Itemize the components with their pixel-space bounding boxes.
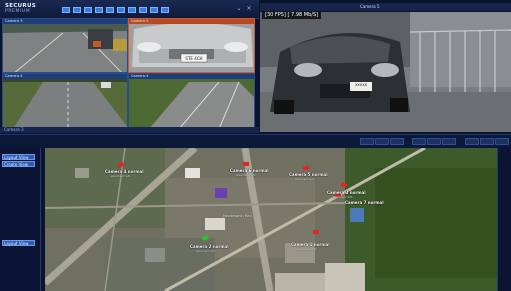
- camera-5-status: Alarmed: 0/0: [295, 177, 315, 181]
- big-video-title: Camera 5: [360, 4, 380, 9]
- big-video-title-bar: Camera 5: [260, 3, 511, 11]
- video-tile-camera-4[interactable]: Camera 4: [2, 73, 128, 128]
- map-tool-button-4[interactable]: [412, 138, 426, 145]
- left-panel: Layout View Create View Layout View: [0, 148, 41, 291]
- layout-view-button[interactable]: Layout View: [2, 154, 35, 160]
- camera-1-status: Alarmed: 0/0: [297, 247, 317, 251]
- layout-3x3-button[interactable]: [84, 7, 92, 13]
- map-tool-button-8[interactable]: [480, 138, 494, 145]
- layout-1x1-button[interactable]: [62, 7, 70, 13]
- map-tool-button-7[interactable]: [465, 138, 479, 145]
- map-place-label: Mondawmin Mall: [223, 214, 252, 218]
- camera-2-status: Alarmed: 0/0: [196, 249, 216, 253]
- map-tool-button-5[interactable]: [427, 138, 441, 145]
- layout-1-9-button[interactable]: [128, 7, 136, 13]
- grid-footer: Camera 3: [0, 127, 259, 133]
- layout-1-7-button[interactable]: [117, 7, 125, 13]
- tile-label: Camera 4: [129, 74, 254, 79]
- camera-4-status: Alarmed: 0/0: [111, 174, 131, 178]
- big-license-plate-text: XXXXX: [355, 83, 367, 87]
- grid-footer-label: Camera 3: [4, 127, 24, 132]
- fps-indicator: [30 FPS] [ 7.98 Mb/S]: [262, 12, 322, 19]
- map-tool-button-9[interactable]: [495, 138, 509, 145]
- video-tile-camera-4b[interactable]: Camera 4: [128, 73, 255, 128]
- layout-view-button-2[interactable]: Layout View: [2, 240, 35, 246]
- map-tool-button-3[interactable]: [390, 138, 404, 145]
- video-feed-car-front: [129, 19, 254, 72]
- tile-label: Camera 4: [3, 74, 127, 79]
- video-feed-highway: [129, 74, 254, 127]
- video-feed-road: [3, 19, 127, 72]
- layout-1-12-button[interactable]: [139, 7, 147, 13]
- video-tile-camera-5[interactable]: STE 4CH Camera 5: [128, 18, 255, 73]
- app-logo-subtitle: PREMIUM: [5, 9, 31, 14]
- camera-3-status: Alarmed: 0/0: [333, 195, 353, 199]
- camera-7-label: Camera 7 normal: [345, 200, 384, 205]
- tile-label: Camera 5: [129, 19, 254, 24]
- camera-6-status: Alarmed: 0/0: [236, 173, 256, 177]
- top-toolbar: SECURUS PREMIUM ⌄ ×: [0, 0, 259, 19]
- layout-1-5-button[interactable]: [106, 7, 114, 13]
- layout-4x4-button[interactable]: [95, 7, 103, 13]
- video-feed-highway: [3, 74, 127, 127]
- map-view[interactable]: Camera 4 normal Alarmed: 0/0 Camera 6 no…: [45, 148, 497, 291]
- right-panel: [497, 148, 511, 291]
- map-tool-button-1[interactable]: [360, 138, 374, 145]
- tile-label: Camera 3: [3, 19, 127, 24]
- license-plate-text: STE 4CH: [185, 56, 203, 61]
- big-video-view[interactable]: XXXXX: [260, 12, 511, 132]
- create-view-button[interactable]: Create View: [2, 161, 35, 167]
- layout-2x2-button[interactable]: [73, 7, 81, 13]
- layout-2-8-button[interactable]: [150, 7, 158, 13]
- map-tool-button-2[interactable]: [375, 138, 389, 145]
- video-tile-camera-3[interactable]: Camera 3: [2, 18, 128, 73]
- close-icon[interactable]: ×: [246, 6, 252, 12]
- chevron-down-icon[interactable]: ⌄: [236, 6, 242, 12]
- map-tool-button-6[interactable]: [442, 138, 456, 145]
- video-feed-car-close: [260, 12, 511, 132]
- layout-custom-button[interactable]: [161, 7, 169, 13]
